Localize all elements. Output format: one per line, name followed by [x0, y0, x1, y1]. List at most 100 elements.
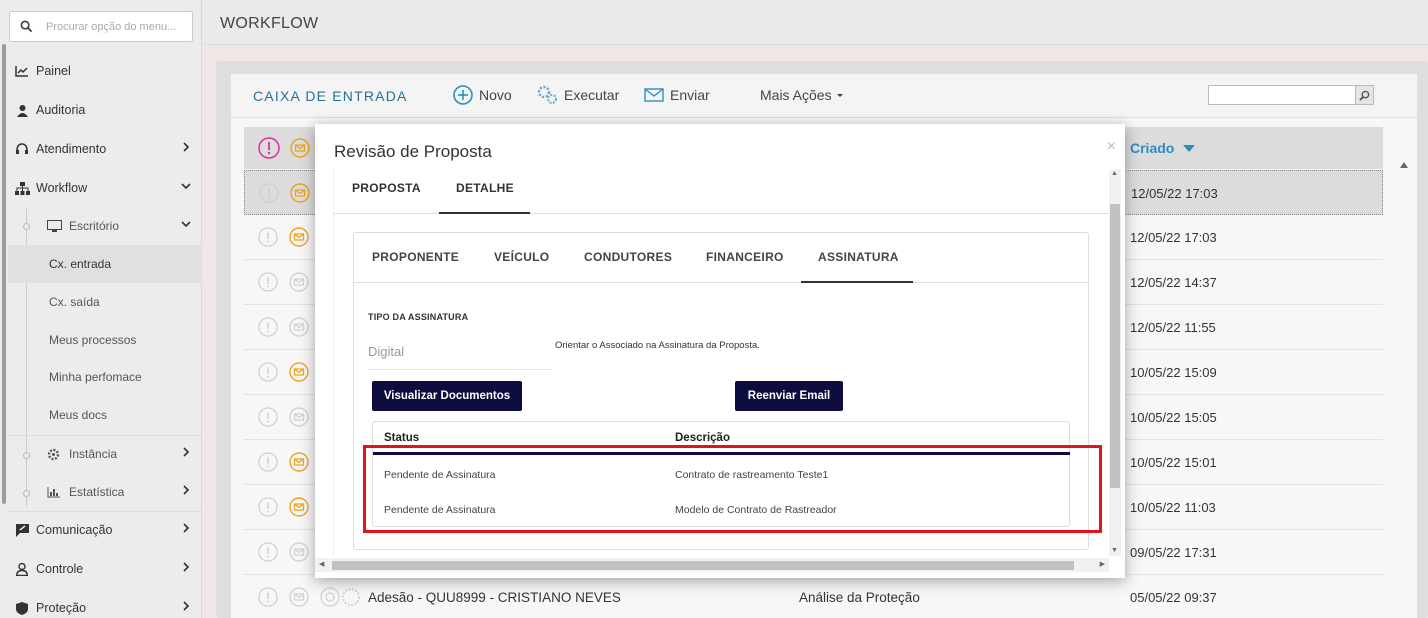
scrollbar-thumb[interactable]	[1110, 204, 1120, 488]
created-date: 09/05/22 17:31	[1130, 545, 1217, 560]
process-step: Análise da Proteção	[799, 590, 920, 605]
created-date: 10/05/22 15:05	[1130, 410, 1217, 425]
menu-search-input[interactable]	[46, 12, 191, 41]
tab-proponente[interactable]: PROPONENTE	[372, 250, 459, 264]
sidebar-item-meus-docs[interactable]: Meus docs	[8, 396, 202, 434]
description-column-header: Descrição	[675, 432, 730, 444]
envelope-circle-icon	[290, 138, 310, 158]
chevron-right-icon	[183, 601, 190, 611]
gear-icon	[47, 447, 63, 461]
scroll-down-arrow[interactable]: ▼	[1111, 547, 1118, 554]
history-icon	[320, 587, 340, 607]
created-date: 12/05/22 14:37	[1130, 275, 1217, 290]
sidebar-item-protecao[interactable]: Proteção	[8, 589, 202, 618]
sidebar-item-escritorio[interactable]: Escritório	[8, 207, 202, 245]
active-subtab-indicator	[801, 281, 913, 283]
gear-icon	[342, 588, 360, 606]
envelope-circle-icon	[290, 183, 310, 203]
signature-type-label: TIPO DA ASSINATURA	[368, 312, 469, 322]
sidebar-item-label: Meus docs	[49, 408, 108, 422]
sidebar-item-cx-saida[interactable]: Cx. saída	[8, 283, 202, 321]
desktop-icon	[47, 219, 63, 233]
scroll-left-arrow[interactable]: ◀	[319, 560, 324, 568]
sidebar-item-workflow[interactable]: Workflow	[8, 169, 202, 207]
priority-icon	[259, 183, 279, 203]
send-button[interactable]: Enviar	[644, 84, 710, 106]
envelope-circle-icon	[289, 362, 309, 382]
execute-button[interactable]: Executar	[537, 84, 619, 106]
chevron-down-icon	[181, 183, 191, 190]
sidebar-item-meus-processos[interactable]: Meus processos	[8, 321, 202, 359]
sidebar-item-estatistica[interactable]: Estatística	[8, 473, 202, 511]
execute-button-label: Executar	[564, 87, 620, 103]
view-documents-button[interactable]: Visualizar Documentos	[372, 381, 522, 411]
envelope-circle-icon	[289, 542, 309, 562]
table-row[interactable]: Adesão - QUU8999 - CRISTIANO NEVES Anális…	[244, 575, 1383, 618]
send-button-label: Enviar	[670, 87, 710, 103]
priority-icon	[258, 137, 280, 159]
signature-type-value: Digital	[368, 344, 405, 359]
more-actions-label: Mais Ações	[760, 87, 832, 103]
envelope-send-icon	[644, 88, 664, 102]
scroll-up-arrow[interactable]	[1399, 158, 1409, 172]
process-description: Adesão - QUU8999 - CRISTIANO NEVES	[368, 590, 621, 605]
envelope-circle-icon	[289, 587, 309, 607]
tab-financeiro[interactable]: FINANCEIRO	[706, 250, 784, 264]
tab-proposta[interactable]: PROPOSTA	[352, 181, 421, 195]
search-button[interactable]	[1355, 86, 1373, 104]
gears-icon	[537, 85, 557, 104]
menu-search-box[interactable]	[9, 11, 193, 42]
sidebar-scrollbar[interactable]	[2, 44, 6, 504]
chevron-down-icon	[181, 221, 191, 228]
priority-icon	[258, 317, 278, 337]
resend-email-button[interactable]: Reenviar Email	[735, 381, 843, 411]
field-underline	[368, 369, 552, 370]
headset-icon	[14, 141, 30, 157]
scroll-up-arrow[interactable]: ▲	[1111, 170, 1118, 177]
more-actions-dropdown[interactable]: Mais Ações	[760, 84, 845, 106]
sidebar-item-comunicacao[interactable]: Comunicação	[8, 511, 202, 549]
sidebar-item-auditoria[interactable]: Auditoria	[8, 91, 202, 129]
close-icon[interactable]: ×	[1107, 138, 1116, 156]
sidebar-item-controle[interactable]: Controle	[8, 550, 202, 588]
sidebar-item-instancia[interactable]: Instância	[8, 435, 202, 473]
sidebar-item-cx-entrada[interactable]: Cx. entrada	[8, 245, 202, 283]
sidebar-item-label: Cx. entrada	[49, 257, 112, 271]
sidebar-item-label: Comunicação	[36, 523, 113, 537]
sidebar-item-label: Meus processos	[49, 333, 137, 347]
sidebar-item-painel[interactable]: Painel	[8, 52, 202, 90]
new-button-label: Novo	[479, 87, 512, 103]
created-date: 12/05/22 17:03	[1130, 230, 1217, 245]
sidebar-item-label: Cx. saída	[49, 295, 100, 309]
tab-assinatura[interactable]: ASSINATURA	[818, 250, 899, 264]
topbar: WORKFLOW	[203, 0, 1428, 45]
modal-horizontal-scrollbar[interactable]: ◀ ▶	[315, 558, 1109, 572]
chart-line-icon	[14, 63, 30, 79]
chevron-right-icon	[183, 562, 190, 572]
created-column-header[interactable]: Criado	[1130, 140, 1196, 156]
created-date: 10/05/22 15:01	[1130, 455, 1217, 470]
user-secret-icon	[14, 102, 30, 118]
envelope-circle-icon	[289, 407, 309, 427]
tab-condutores[interactable]: CONDUTORES	[584, 250, 672, 264]
sidebar-item-label: Instância	[69, 447, 118, 461]
tab-detalhe[interactable]: DETALHE	[456, 181, 514, 195]
sidebar-item-label: Minha perfomace	[49, 370, 142, 384]
modal-vertical-scrollbar[interactable]: ▲ ▼	[1109, 169, 1121, 556]
search-icon	[1359, 90, 1370, 101]
created-date: 05/05/22 09:37	[1130, 590, 1217, 605]
sidebar-item-label: Painel	[36, 64, 71, 78]
sidebar-item-label: Proteção	[36, 601, 87, 615]
scrollbar-thumb[interactable]	[332, 561, 1074, 570]
sort-desc-icon	[1183, 145, 1196, 152]
tab-veiculo[interactable]: VEÍCULO	[494, 250, 549, 264]
envelope-circle-icon	[289, 497, 309, 517]
priority-icon	[258, 407, 278, 427]
scroll-right-arrow[interactable]: ▶	[1100, 560, 1105, 568]
sidebar-item-atendimento[interactable]: Atendimento	[8, 130, 202, 168]
inbox-search-input[interactable]	[1208, 85, 1374, 105]
inbox-toolbar: CAIXA DE ENTRADA Novo Executar Enviar Ma…	[231, 74, 1417, 118]
sidebar-item-label: Controle	[36, 562, 84, 576]
new-button[interactable]: Novo	[453, 84, 512, 106]
sidebar-item-minha-perfomace[interactable]: Minha perfomace	[8, 358, 202, 396]
